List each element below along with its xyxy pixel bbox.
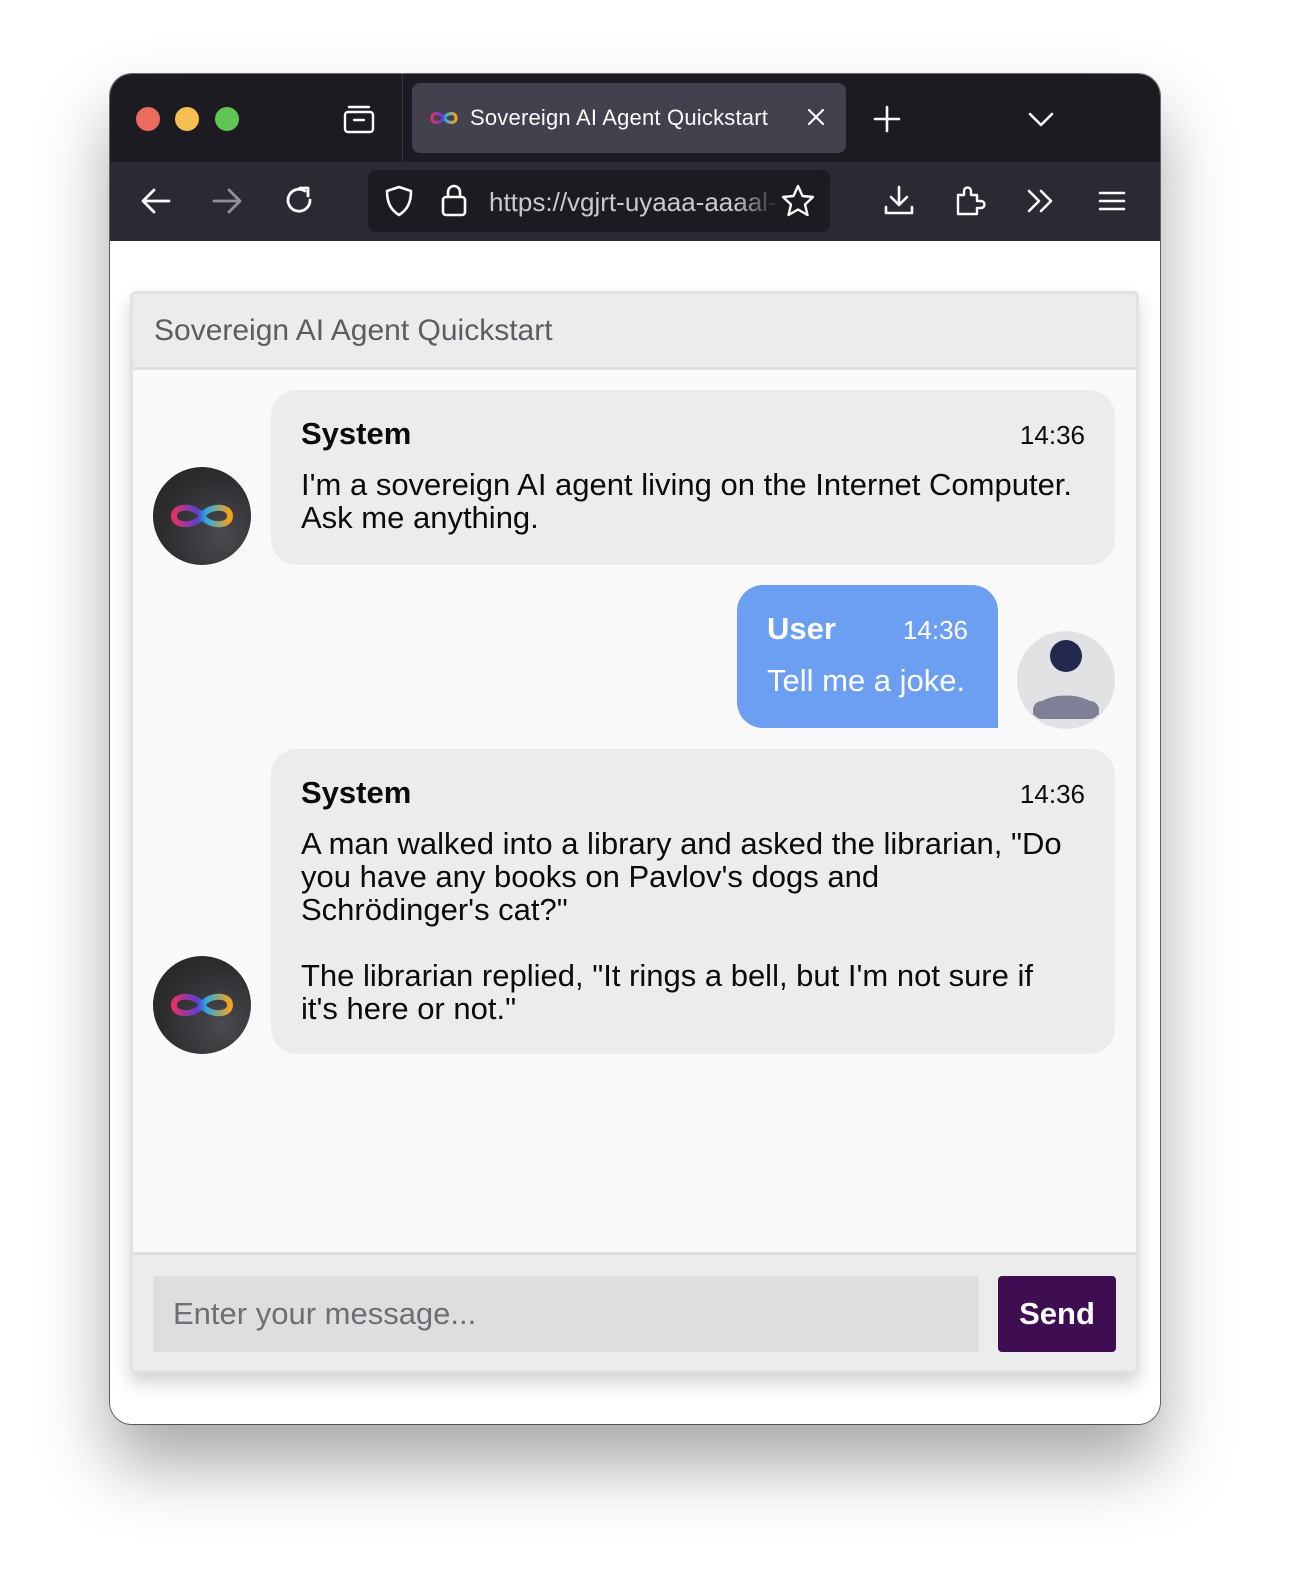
user-avatar-icon — [1033, 640, 1099, 719]
zoom-window-button[interactable] — [215, 107, 239, 131]
download-icon[interactable] — [881, 183, 917, 219]
extensions-icon[interactable] — [952, 183, 988, 219]
system-avatar — [153, 467, 251, 565]
chat-header: Sovereign AI Agent Quickstart — [133, 294, 1136, 370]
message-bubble-system: System 14:36 I'm a sovereign AI agent li… — [271, 390, 1115, 565]
system-avatar — [153, 956, 251, 1054]
tab-overview-icon[interactable] — [342, 104, 376, 134]
tab-separator — [402, 74, 403, 162]
send-button[interactable]: Send — [998, 1276, 1116, 1352]
shield-icon[interactable] — [382, 184, 416, 218]
infinity-logo-icon — [170, 504, 234, 528]
menu-icon[interactable] — [1094, 183, 1130, 219]
lock-icon[interactable] — [438, 182, 470, 218]
bookmark-star-icon[interactable] — [780, 183, 816, 219]
active-tab[interactable]: Sovereign AI Agent Quickstart — [412, 83, 846, 153]
message-bubble-user: User 14:36 Tell me a joke. — [737, 585, 998, 728]
message-sender: User — [767, 611, 836, 646]
message-bubble-system: System 14:36 A man walked into a library… — [271, 749, 1115, 1054]
page-title: Sovereign AI Agent Quickstart — [154, 314, 553, 347]
message-time: 14:36 — [902, 615, 968, 645]
message-sender: System — [301, 775, 412, 810]
new-tab-icon[interactable] — [872, 104, 902, 134]
close-tab-icon[interactable] — [804, 105, 828, 129]
reload-icon[interactable] — [281, 183, 317, 219]
url-text[interactable]: https://vgjrt-uyaaa-aaaal-qcfxa-cai.icp0… — [489, 187, 779, 218]
back-icon[interactable] — [138, 183, 174, 219]
chat-input-bar: Send — [133, 1252, 1136, 1370]
url-bar[interactable]: https://vgjrt-uyaaa-aaaal-qcfxa-cai.icp0… — [368, 170, 830, 232]
message-text: Tell me a joke. — [767, 663, 966, 698]
message-time: 14:36 — [1019, 420, 1085, 450]
forward-icon[interactable] — [209, 183, 245, 219]
message-input[interactable] — [153, 1276, 979, 1352]
tab-bar: Sovereign AI Agent Quickstart — [110, 74, 1160, 162]
browser-window: Sovereign AI Agent Quickstart https://vg… — [110, 74, 1160, 1424]
more-tools-icon[interactable] — [1023, 183, 1059, 219]
message-text: I'm a sovereign AI agent living on the I… — [301, 467, 1073, 535]
message-list[interactable]: System 14:36 I'm a sovereign AI agent li… — [133, 370, 1136, 1252]
chevron-down-icon[interactable] — [1026, 104, 1056, 134]
tab-title: Sovereign AI Agent Quickstart — [470, 105, 769, 130]
message-time: 14:36 — [1019, 779, 1085, 809]
nav-toolbar: https://vgjrt-uyaaa-aaaal-qcfxa-cai.icp0… — [110, 162, 1160, 241]
close-window-button[interactable] — [136, 107, 160, 131]
minimize-window-button[interactable] — [175, 107, 199, 131]
infinity-logo-icon — [170, 993, 234, 1017]
user-avatar — [1017, 631, 1115, 729]
chat-card: Sovereign AI Agent Quickstart System 14:… — [130, 291, 1139, 1373]
message-sender: System — [301, 416, 412, 451]
page-content: Sovereign AI Agent Quickstart System 14:… — [110, 241, 1160, 1424]
infinity-favicon-icon — [430, 111, 458, 125]
message-text: A man walked into a library and asked th… — [301, 826, 1062, 1026]
